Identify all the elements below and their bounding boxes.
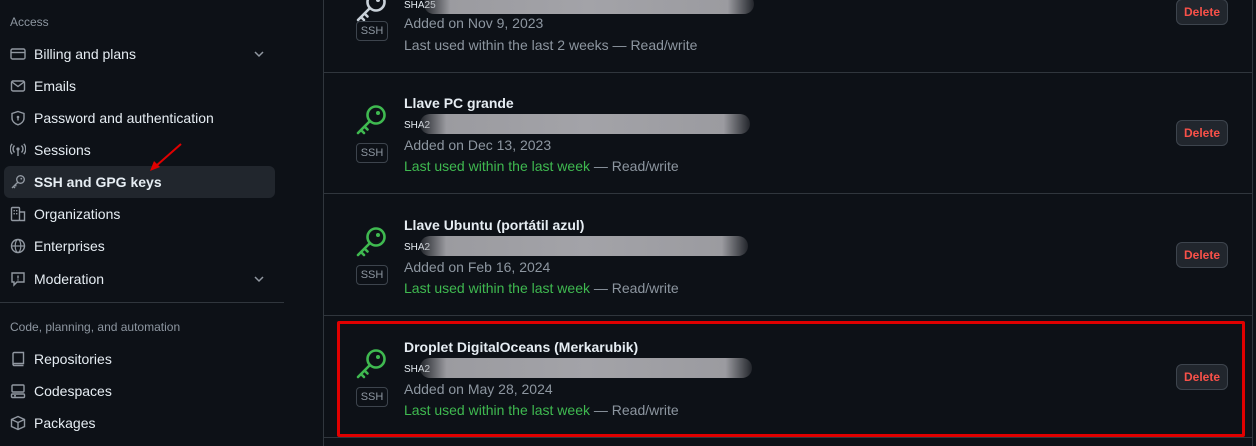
key-added-date: Added on May 28, 2024 [404,381,553,397]
last-used-access: — Read/write [590,280,679,296]
sidebar-item-label: Organizations [34,206,121,222]
sidebar-item-codespaces[interactable]: Codespaces [4,375,275,407]
sidebar-item-ssh-gpg-keys[interactable]: SSH and GPG keys [4,166,275,198]
globe-icon [10,238,26,254]
last-used-recent: Last used within the last week [404,158,590,174]
code-section-heading: Code, planning, and automation [10,320,181,334]
key-last-used: Last used within the last 2 weeks — Read… [404,37,697,53]
key-added-date: Added on Nov 9, 2023 [404,15,544,31]
ssh-badge: SSH [356,265,388,285]
ssh-key-row: SSH Llave Ubuntu (portátil azul) SHA2 Ad… [324,195,1252,316]
key-icon [356,227,386,257]
sidebar-item-label: Billing and plans [34,46,136,62]
delete-key-button[interactable]: Delete [1176,0,1228,25]
key-title: Llave Ubuntu (portátil azul) [404,217,585,233]
package-icon [10,415,26,431]
key-icon [10,174,26,190]
sidebar-item-repositories[interactable]: Repositories [4,343,275,375]
sidebar-divider [0,302,284,303]
mail-icon [10,78,26,94]
ssh-keys-list: SSH SHA25 Added on Nov 9, 2023 Last used… [323,0,1253,446]
last-used-access: — Read/write [590,158,679,174]
fingerprint-redaction [424,0,754,14]
delete-key-button[interactable]: Delete [1176,364,1228,390]
sidebar-item-label: Moderation [34,271,105,287]
access-section-heading: Access [10,15,49,29]
ssh-badge: SSH [356,387,388,407]
last-used-access: Last used within the last 2 weeks — Read… [404,37,698,53]
sidebar-item-label: SSH and GPG keys [34,174,162,190]
key-last-used: Last used within the last week — Read/wr… [404,158,679,174]
chevron-down-icon[interactable] [251,46,267,62]
key-added-date: Added on Dec 13, 2023 [404,137,552,153]
sidebar-item-moderation[interactable]: Moderation [4,263,275,295]
sidebar-item-label: Enterprises [34,238,105,254]
fingerprint-redaction [420,236,748,256]
sidebar-item-enterprises[interactable]: Enterprises [4,230,275,262]
key-icon [356,349,386,379]
fingerprint-redaction [420,358,752,378]
sidebar-item-label: Packages [34,415,96,431]
organization-icon [10,206,26,222]
report-icon [10,271,26,287]
fingerprint-redaction [420,114,750,134]
shield-lock-icon [10,110,26,126]
repo-icon [10,351,26,367]
sidebar-item-password[interactable]: Password and authentication [4,102,275,134]
ssh-badge: SSH [356,21,388,41]
sidebar-item-label: Codespaces [34,383,112,399]
key-added-date: Added on Feb 16, 2024 [404,259,551,275]
last-used-access: — Read/write [590,402,679,418]
credit-card-icon [10,46,26,62]
sidebar-item-label: Sessions [34,142,91,158]
ssh-badge: SSH [356,143,388,163]
chevron-down-icon[interactable] [251,271,267,287]
ssh-key-row: SSH Droplet DigitalOceans (Merkarubik) S… [324,317,1252,438]
sidebar-item-emails[interactable]: Emails [4,70,275,102]
codespaces-icon [10,383,26,399]
ssh-key-row: SSH Llave PC grande SHA2 Added on Dec 13… [324,73,1252,194]
key-title: Droplet DigitalOceans (Merkarubik) [404,339,639,355]
settings-sidebar: Access Billing and plans Emails Password… [0,0,284,446]
key-title: Llave PC grande [404,95,514,111]
sidebar-item-organizations[interactable]: Organizations [4,198,275,230]
last-used-recent: Last used within the last week [404,402,590,418]
key-last-used: Last used within the last week — Read/wr… [404,402,679,418]
sidebar-item-packages[interactable]: Packages [4,407,275,439]
broadcast-icon [10,142,26,158]
sidebar-item-billing[interactable]: Billing and plans [4,38,275,70]
sidebar-item-label: Emails [34,78,77,94]
sidebar-item-label: Password and authentication [34,110,214,126]
sidebar-item-sessions[interactable]: Sessions [4,134,275,166]
key-last-used: Last used within the last week — Read/wr… [404,280,679,296]
sidebar-item-label: Repositories [34,351,112,367]
last-used-recent: Last used within the last week [404,280,590,296]
ssh-key-row: SSH SHA25 Added on Nov 9, 2023 Last used… [324,0,1252,73]
delete-key-button[interactable]: Delete [1176,242,1228,268]
settings-page: Access Billing and plans Emails Password… [0,0,1256,446]
delete-key-button[interactable]: Delete [1176,120,1228,146]
key-icon [356,105,386,135]
